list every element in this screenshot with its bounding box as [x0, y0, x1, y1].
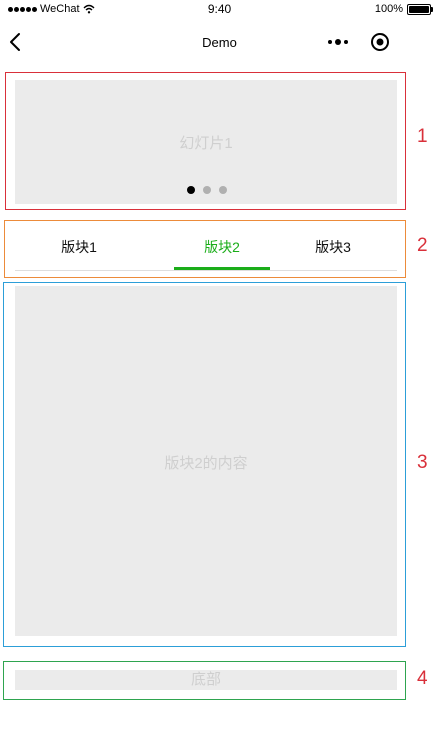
slide-label: 幻灯片1	[179, 135, 233, 152]
battery-percent: 100%	[374, 3, 403, 15]
section-number-3: 3	[417, 452, 428, 473]
active-tab-underline	[174, 267, 270, 270]
slide-indicator-dot[interactable]	[203, 186, 211, 194]
footer-label: 底部	[190, 671, 221, 688]
footer: 底部	[15, 670, 397, 690]
content-label: 版块2的内容	[164, 455, 248, 472]
battery-icon	[407, 3, 433, 15]
more-dots-icon[interactable]	[327, 37, 351, 47]
tab-3[interactable]: 版块3	[273, 237, 393, 257]
status-battery: 100%	[374, 3, 433, 15]
slide-indicator-dot[interactable]	[187, 186, 195, 194]
tab-2[interactable]: 版块2	[162, 237, 282, 257]
content-panel: 版块2的内容	[15, 286, 397, 636]
slide[interactable]: 幻灯片1	[15, 80, 397, 204]
tab-1[interactable]: 版块1	[19, 237, 139, 257]
status-time: 9:40	[207, 2, 232, 16]
slide-indicator-dot[interactable]	[219, 186, 227, 194]
target-circle-icon[interactable]	[370, 32, 390, 52]
section-number-1: 1	[417, 126, 428, 147]
section-number-4: 4	[417, 668, 428, 689]
section-number-2: 2	[417, 235, 428, 256]
tab-divider	[15, 270, 397, 271]
